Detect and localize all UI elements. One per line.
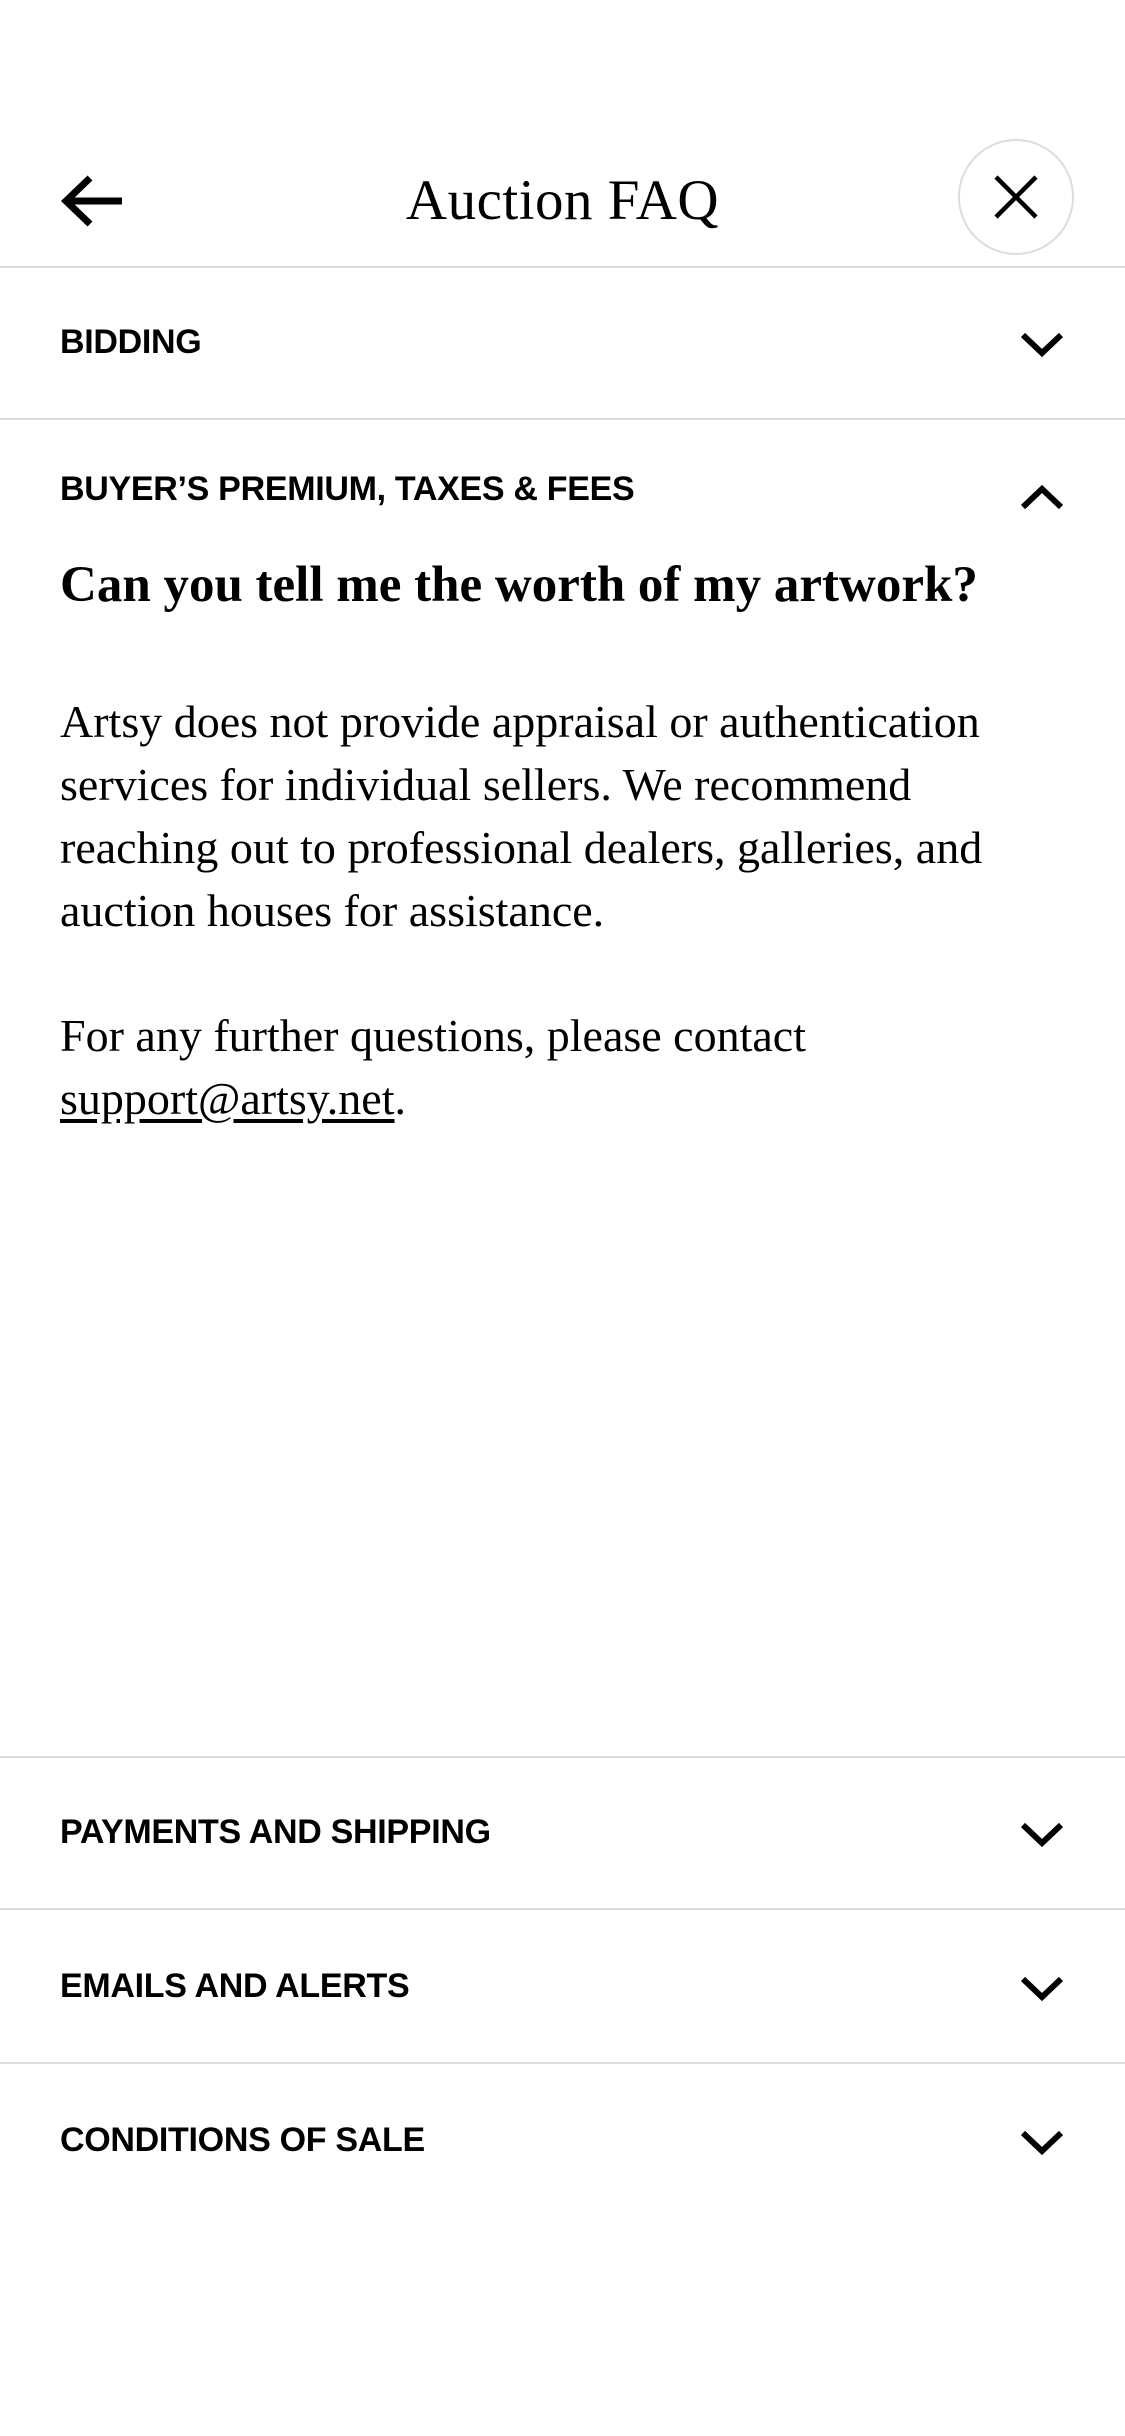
- section-label: CONDITIONS OF SALE: [60, 2121, 425, 2159]
- close-button[interactable]: [958, 139, 1074, 255]
- section-label: EMAILS AND ALERTS: [60, 1967, 410, 2005]
- answer-paragraph: Artsy does not provide appraisal or auth…: [60, 696, 983, 936]
- contact-text: For any further questions, please contac…: [60, 1010, 806, 1061]
- page-title: Auction FAQ: [405, 169, 720, 232]
- contact-suffix: .: [394, 1073, 407, 1124]
- section-label: BUYER’S PREMIUM, TAXES & FEES: [60, 470, 635, 508]
- faq-section-buyers-premium-header[interactable]: BUYER’S PREMIUM, TAXES & FEES: [0, 420, 1125, 570]
- back-button[interactable]: [52, 162, 134, 240]
- faq-section-bidding[interactable]: BIDDING: [0, 266, 1125, 420]
- chevron-down-icon: [1020, 1822, 1064, 1848]
- section-label: BIDDING: [60, 323, 202, 361]
- section-label: PAYMENTS AND SHIPPING: [60, 1813, 491, 1851]
- faq-section-buyers-premium: BUYER’S PREMIUM, TAXES & FEES Can you te…: [0, 420, 1125, 1758]
- arrow-left-icon: [60, 175, 122, 227]
- chevron-down-icon: [1020, 2130, 1064, 2156]
- faq-section-conditions-of-sale[interactable]: CONDITIONS OF SALE: [0, 2064, 1125, 2216]
- faq-question: Can you tell me the worth of my artwork?: [60, 557, 978, 613]
- close-icon: [994, 175, 1038, 219]
- chevron-down-icon: [1020, 1976, 1064, 2002]
- chevron-down-icon: [1020, 332, 1064, 358]
- faq-answer: Artsy does not provide appraisal or auth…: [60, 690, 1070, 1192]
- support-email-link[interactable]: support@artsy.net: [60, 1073, 395, 1124]
- faq-section-payments-shipping[interactable]: PAYMENTS AND SHIPPING: [0, 1756, 1125, 1910]
- header-bar: Auction FAQ: [0, 136, 1125, 268]
- faq-section-emails-alerts[interactable]: EMAILS AND ALERTS: [0, 1910, 1125, 2064]
- answer-paragraph-contact: For any further questions, please contac…: [60, 1004, 1070, 1130]
- chevron-up-icon: [1020, 484, 1064, 510]
